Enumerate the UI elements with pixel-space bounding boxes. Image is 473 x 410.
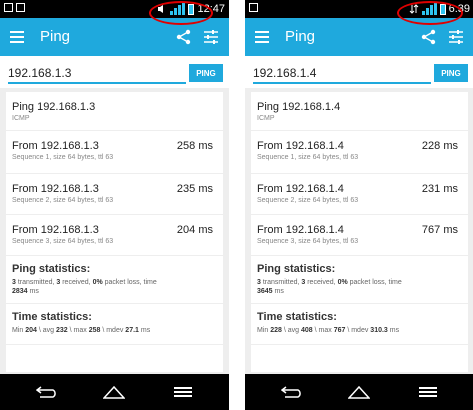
reply-time: 231 ms <box>421 183 458 195</box>
ping-statistics-title: Ping statistics: <box>257 263 336 275</box>
reply-detail: Sequence 1, size 64 bytes, ttl 63 <box>12 154 114 161</box>
ping-header-card: Ping 192.168.1.4 ICMP <box>251 92 468 130</box>
ping-statistics-card: Ping statistics: 3 transmitted, 3 receiv… <box>6 256 223 303</box>
results-list: Ping 192.168.1.4 ICMP From 192.168.1.4 2… <box>245 88 473 374</box>
back-icon[interactable] <box>36 386 58 398</box>
time-statistics-text: Min 228 \ avg 408 \ max 767 \ mdev 310.3… <box>257 327 400 334</box>
settings-sliders-icon[interactable] <box>203 28 219 46</box>
reply-time: 228 ms <box>421 140 458 152</box>
protocol-label: ICMP <box>12 115 30 122</box>
ping-target-title: Ping 192.168.1.3 <box>12 101 96 113</box>
phone-screen-right: 6:39 Ping PING Ping 192.168.1.4 ICMP Fro… <box>245 0 473 410</box>
time-statistics-title: Time statistics: <box>257 311 337 323</box>
empty-card <box>6 345 223 372</box>
app-title: Ping <box>40 28 71 45</box>
ping-statistics-card: Ping statistics: 3 transmitted, 3 receiv… <box>251 256 468 303</box>
back-icon[interactable] <box>281 386 303 398</box>
storage-icon <box>16 3 25 12</box>
reply-time: 767 ms <box>421 224 458 236</box>
app-title: Ping <box>285 28 316 45</box>
reply-detail: Sequence 3, size 64 bytes, ttl 63 <box>12 238 114 245</box>
reply-time: 204 ms <box>176 224 213 236</box>
recent-apps-icon[interactable] <box>174 387 192 397</box>
ip-address-input[interactable] <box>8 64 186 84</box>
reply-card: From 192.168.1.3 204 ms Sequence 3, size… <box>6 215 223 255</box>
share-icon[interactable] <box>175 28 193 46</box>
gallery-icon <box>4 3 13 12</box>
reply-detail: Sequence 2, size 64 bytes, ttl 63 <box>12 197 114 204</box>
menu-icon[interactable] <box>255 31 269 43</box>
protocol-label: ICMP <box>257 115 275 122</box>
notification-icons <box>249 3 258 12</box>
highlight-ellipse <box>397 1 463 25</box>
ping-statistics-text: 3 transmitted, 3 received, 0% packet los… <box>257 279 402 295</box>
ip-address-input[interactable] <box>253 64 431 84</box>
reply-card: From 192.168.1.4 228 ms Sequence 1, size… <box>251 131 468 173</box>
reply-card: From 192.168.1.3 235 ms Sequence 2, size… <box>6 174 223 214</box>
home-icon[interactable] <box>348 385 370 399</box>
address-row: PING <box>0 56 229 88</box>
reply-time: 235 ms <box>176 183 213 195</box>
highlight-ellipse <box>149 1 213 25</box>
empty-card <box>251 345 468 372</box>
reply-from: From 192.168.1.4 <box>257 183 344 195</box>
reply-from: From 192.168.1.4 <box>257 140 344 152</box>
ping-button[interactable]: PING <box>189 64 223 82</box>
reply-from: From 192.168.1.4 <box>257 224 344 236</box>
reply-from: From 192.168.1.3 <box>12 183 99 195</box>
share-icon[interactable] <box>420 28 438 46</box>
reply-card: From 192.168.1.4 231 ms Sequence 2, size… <box>251 174 468 214</box>
navigation-bar <box>245 374 473 410</box>
menu-icon[interactable] <box>10 31 24 43</box>
reply-detail: Sequence 1, size 64 bytes, ttl 63 <box>257 154 359 161</box>
ping-header-card: Ping 192.168.1.3 ICMP <box>6 92 223 130</box>
home-icon[interactable] <box>103 385 125 399</box>
ping-button[interactable]: PING <box>434 64 468 82</box>
reply-detail: Sequence 2, size 64 bytes, ttl 63 <box>257 197 359 204</box>
ping-target-title: Ping 192.168.1.4 <box>257 101 341 113</box>
reply-time: 258 ms <box>176 140 213 152</box>
reply-card: From 192.168.1.3 258 ms Sequence 1, size… <box>6 131 223 173</box>
time-statistics-card: Time statistics: Min 228 \ avg 408 \ max… <box>251 304 468 344</box>
settings-sliders-icon[interactable] <box>448 28 464 46</box>
address-row: PING <box>245 56 473 88</box>
notification-icons <box>4 3 25 12</box>
time-statistics-title: Time statistics: <box>12 311 92 323</box>
time-statistics-text: Min 204 \ avg 232 \ max 258 \ mdev 27.1 … <box>12 327 151 334</box>
reply-card: From 192.168.1.4 767 ms Sequence 3, size… <box>251 215 468 255</box>
navigation-bar <box>0 374 229 410</box>
reply-from: From 192.168.1.3 <box>12 140 99 152</box>
reply-from: From 192.168.1.3 <box>12 224 99 236</box>
phone-screen-left: 12:47 Ping PING Ping 192.168.1.3 ICMP Fr… <box>0 0 229 410</box>
recent-apps-icon[interactable] <box>419 387 437 397</box>
ping-statistics-title: Ping statistics: <box>12 263 91 275</box>
ping-statistics-text: 3 transmitted, 3 received, 0% packet los… <box>12 279 157 295</box>
reply-detail: Sequence 3, size 64 bytes, ttl 63 <box>257 238 359 245</box>
time-statistics-card: Time statistics: Min 204 \ avg 232 \ max… <box>6 304 223 344</box>
results-list: Ping 192.168.1.3 ICMP From 192.168.1.3 2… <box>0 88 229 374</box>
gallery-icon <box>249 3 258 12</box>
